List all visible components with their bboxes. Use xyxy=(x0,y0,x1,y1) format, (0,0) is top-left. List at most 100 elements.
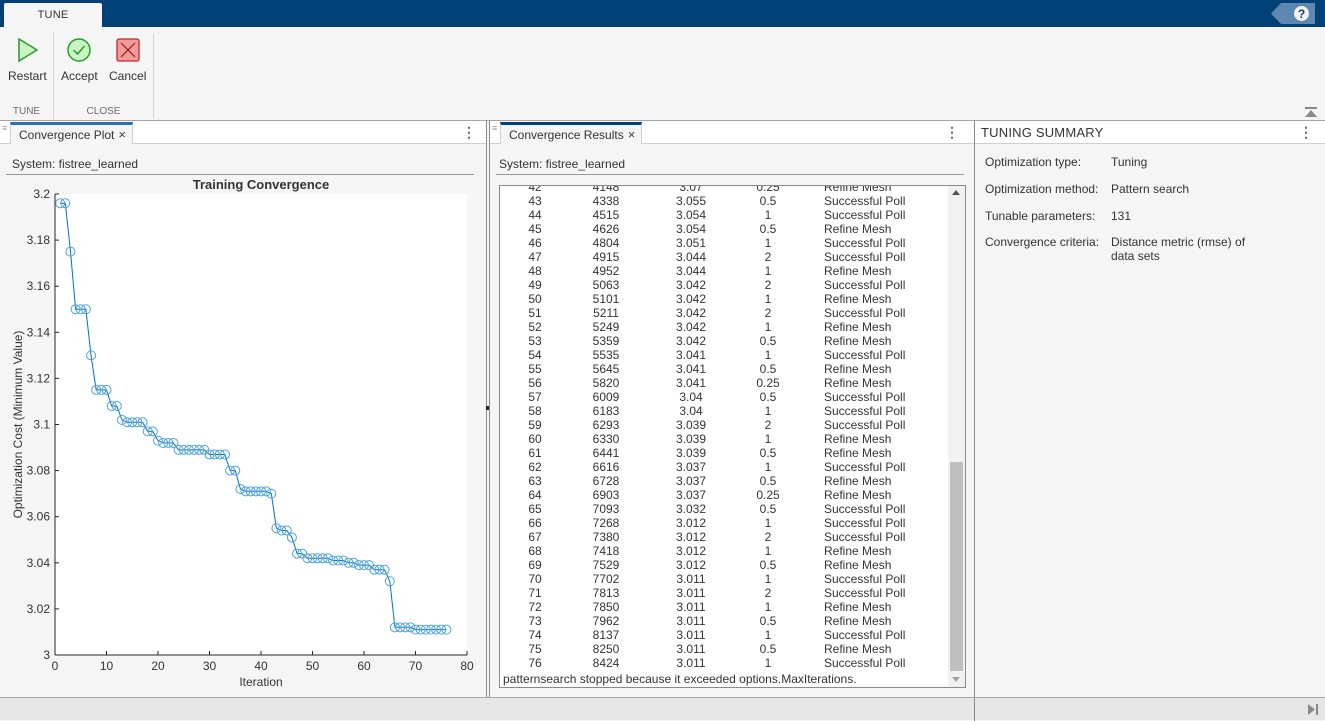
drag-grip-icon[interactable]: ≡ xyxy=(492,124,498,137)
restart-button[interactable]: Restart xyxy=(8,37,47,83)
mesh-size-cell: 0.5 xyxy=(759,558,777,572)
f-value-cell: 3.037 xyxy=(675,488,707,502)
method-cell: Refine Mesh xyxy=(824,432,892,446)
f-value-cell: 3.011 xyxy=(676,628,706,642)
chart-title: Training Convergence xyxy=(193,177,330,192)
func-count-cell: 6441 xyxy=(592,446,620,460)
func-count-cell: 8250 xyxy=(592,642,620,656)
summary-header: TUNING SUMMARY ⋮ xyxy=(975,121,1325,144)
iteration-cell: 69 xyxy=(528,558,542,572)
table-row: 61 6441 3.039 0.5 Refine Mesh xyxy=(500,446,950,460)
mesh-size-cell: 0.5 xyxy=(759,334,777,348)
scroll-thumb[interactable] xyxy=(950,462,963,671)
accept-button[interactable]: Accept xyxy=(61,37,98,83)
table-row: 62 6616 3.037 1 Successful Poll xyxy=(500,460,950,474)
method-cell: Successful Poll xyxy=(824,208,906,222)
mesh-size-cell: 0.5 xyxy=(759,446,777,460)
f-value-cell: 3.011 xyxy=(676,586,706,600)
status-bar xyxy=(0,697,1325,721)
method-cell: Successful Poll xyxy=(824,250,906,264)
table-row: 52 5249 3.042 1 Refine Mesh xyxy=(500,320,950,334)
results-log[interactable]: 42 4148 3.07 0.25 Refine Mesh 43 4338 3.055 0.5 S… xyxy=(499,185,966,688)
iteration-cell: 57 xyxy=(528,390,542,404)
system-label: System: fistree_learned xyxy=(12,157,139,171)
tab-tune[interactable]: TUNE xyxy=(4,3,102,27)
iteration-cell: 60 xyxy=(528,432,542,446)
f-value-cell: 3.07 xyxy=(679,185,703,194)
func-count-cell: 6009 xyxy=(592,390,620,404)
func-count-cell: 5820 xyxy=(592,376,620,390)
iteration-cell: 43 xyxy=(528,194,542,208)
func-count-cell: 4626 xyxy=(592,222,620,236)
method-cell: Refine Mesh xyxy=(824,362,892,376)
f-value-cell: 3.032 xyxy=(675,502,707,516)
y-tick-label: 3.18 xyxy=(27,233,51,247)
summary-value: Tuning xyxy=(1111,155,1148,169)
tab-convergence-results[interactable]: Convergence Results × xyxy=(500,122,643,144)
func-count-cell: 7702 xyxy=(592,572,620,586)
table-row: 58 6183 3.04 1 Successful Poll xyxy=(500,404,950,418)
collapse-toolstrip-icon[interactable] xyxy=(1305,107,1317,117)
func-count-cell: 6293 xyxy=(592,418,620,432)
func-count-cell: 7962 xyxy=(592,614,620,628)
table-row: 42 4148 3.07 0.25 Refine Mesh xyxy=(500,185,950,194)
method-cell: Refine Mesh xyxy=(824,446,892,460)
drag-grip-icon[interactable]: ≡ xyxy=(2,124,8,137)
method-cell: Successful Poll xyxy=(824,586,906,600)
summary-menu-icon[interactable]: ⋮ xyxy=(1299,124,1313,140)
y-axis-label: Optimization Cost (Minimum Value) xyxy=(11,331,25,519)
tab-convergence-plot[interactable]: Convergence Plot × xyxy=(10,122,133,144)
method-cell: Successful Poll xyxy=(824,390,906,404)
mesh-size-cell: 2 xyxy=(764,586,772,600)
title-bar: TUNE ? xyxy=(0,0,1325,27)
mesh-size-cell: 0.25 xyxy=(756,185,780,194)
iteration-cell: 61 xyxy=(528,446,542,460)
table-row: 74 8137 3.011 1 Successful Poll xyxy=(500,628,950,642)
table-row: 51 5211 3.042 2 Successful Poll xyxy=(500,306,950,320)
f-value-cell: 3.011 xyxy=(676,656,706,670)
f-value-cell: 3.012 xyxy=(675,516,707,530)
table-row: 48 4952 3.044 1 Refine Mesh xyxy=(500,264,950,278)
method-cell: Successful Poll xyxy=(824,418,906,432)
func-count-cell: 6183 xyxy=(592,404,620,418)
mesh-size-cell: 1 xyxy=(764,572,772,586)
mesh-size-cell: 1 xyxy=(764,348,772,362)
cancel-button[interactable]: Cancel xyxy=(109,37,146,83)
table-row: 63 6728 3.037 0.5 Refine Mesh xyxy=(500,474,950,488)
group-tune: Restart TUNE xyxy=(0,33,54,119)
iteration-cell: 66 xyxy=(528,516,542,530)
results-menu-icon[interactable]: ⋮ xyxy=(945,124,959,140)
mesh-size-cell: 0.5 xyxy=(759,362,777,376)
table-row: 66 7268 3.012 1 Successful Poll xyxy=(500,516,950,530)
expand-panel-icon[interactable] xyxy=(1308,704,1318,715)
method-cell: Refine Mesh xyxy=(824,488,892,502)
func-count-cell: 5645 xyxy=(592,362,620,376)
func-count-cell: 5359 xyxy=(592,334,620,348)
help-icon: ? xyxy=(1294,6,1309,21)
mesh-size-cell: 1 xyxy=(764,460,772,474)
close-icon[interactable]: × xyxy=(628,127,636,142)
plot-menu-icon[interactable]: ⋮ xyxy=(462,124,476,140)
f-value-cell: 3.054 xyxy=(675,222,707,236)
results-rows: 42 4148 3.07 0.25 Refine Mesh 43 4338 3.055 0.5 S… xyxy=(500,185,950,670)
iteration-cell: 42 xyxy=(528,185,542,194)
method-cell: Refine Mesh xyxy=(824,544,892,558)
iteration-cell: 50 xyxy=(528,292,542,306)
scroll-up-icon[interactable] xyxy=(952,190,960,195)
mesh-size-cell: 0.25 xyxy=(756,376,780,390)
mesh-size-cell: 0.5 xyxy=(759,502,777,516)
close-icon[interactable]: × xyxy=(118,127,126,142)
splitter-handle[interactable] xyxy=(486,406,489,410)
table-row: 43 4338 3.055 0.5 Successful Poll xyxy=(500,194,950,208)
vertical-scrollbar[interactable] xyxy=(948,186,965,687)
mesh-size-cell: 1 xyxy=(764,628,772,642)
iteration-cell: 71 xyxy=(528,586,542,600)
scroll-down-icon[interactable] xyxy=(952,677,960,682)
f-value-cell: 3.042 xyxy=(675,292,707,306)
tab-label: Convergence Plot xyxy=(19,127,115,142)
help-button[interactable]: ? xyxy=(1271,3,1315,24)
iteration-cell: 73 xyxy=(528,614,542,628)
method-cell: Successful Poll xyxy=(824,460,906,474)
f-value-cell: 3.011 xyxy=(676,614,706,628)
f-value-cell: 3.042 xyxy=(675,320,707,334)
